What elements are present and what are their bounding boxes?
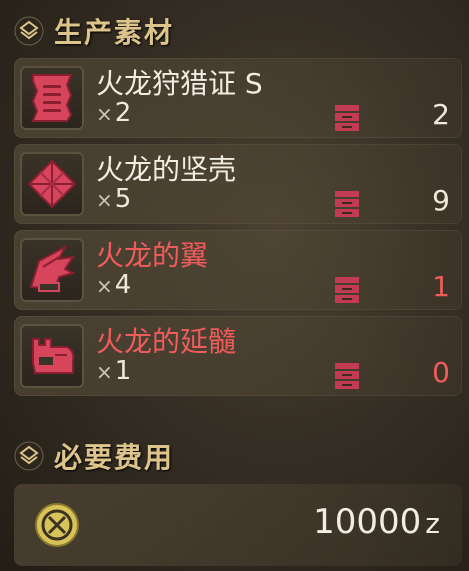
material-row[interactable]: 火龙的翼 ×4 1 bbox=[14, 230, 462, 310]
item-box-icon bbox=[335, 191, 359, 217]
material-row[interactable]: 火龙的延髓 ×1 0 bbox=[14, 316, 462, 396]
material-thumbnail bbox=[20, 324, 84, 388]
material-row[interactable]: 火龙的坚壳 ×5 9 bbox=[14, 144, 462, 224]
diamond-stack-icon bbox=[14, 16, 44, 46]
item-box-icon bbox=[335, 277, 359, 303]
ticket-icon bbox=[31, 74, 73, 122]
medulla-icon bbox=[32, 338, 75, 374]
material-name: 火龙狩猎证 S bbox=[96, 67, 263, 100]
material-owned: 1 bbox=[432, 270, 450, 303]
shell-icon bbox=[27, 159, 77, 209]
diamond-stack-icon bbox=[14, 441, 44, 471]
material-thumbnail bbox=[20, 238, 84, 302]
material-thumbnail bbox=[20, 66, 84, 130]
materials-section-header: 生产素材 bbox=[14, 11, 174, 51]
cost-section-header: 必要费用 bbox=[14, 436, 174, 476]
material-name: 火龙的坚壳 bbox=[96, 153, 237, 186]
material-required: ×2 bbox=[96, 98, 132, 128]
material-name: 火龙的翼 bbox=[96, 239, 209, 272]
material-required: ×4 bbox=[96, 270, 132, 300]
material-owned: 0 bbox=[432, 356, 450, 389]
material-row[interactable]: 火龙狩猎证 S ×2 2 bbox=[14, 58, 462, 138]
wing-icon bbox=[29, 244, 76, 292]
material-owned: 2 bbox=[432, 98, 450, 131]
cost-row: 10000 z bbox=[14, 484, 462, 566]
material-name: 火龙的延髓 bbox=[96, 325, 237, 358]
currency-unit: z bbox=[425, 507, 440, 540]
zenny-coin-icon bbox=[35, 503, 79, 547]
material-required: ×1 bbox=[96, 356, 132, 386]
item-box-icon bbox=[335, 363, 359, 389]
cost-amount: 10000 z bbox=[313, 502, 440, 542]
material-owned: 9 bbox=[432, 184, 450, 217]
materials-title: 生产素材 bbox=[54, 16, 175, 49]
material-required: ×5 bbox=[96, 184, 132, 214]
item-box-icon bbox=[335, 105, 359, 131]
cost-title: 必要费用 bbox=[54, 441, 175, 474]
material-thumbnail bbox=[20, 152, 84, 216]
